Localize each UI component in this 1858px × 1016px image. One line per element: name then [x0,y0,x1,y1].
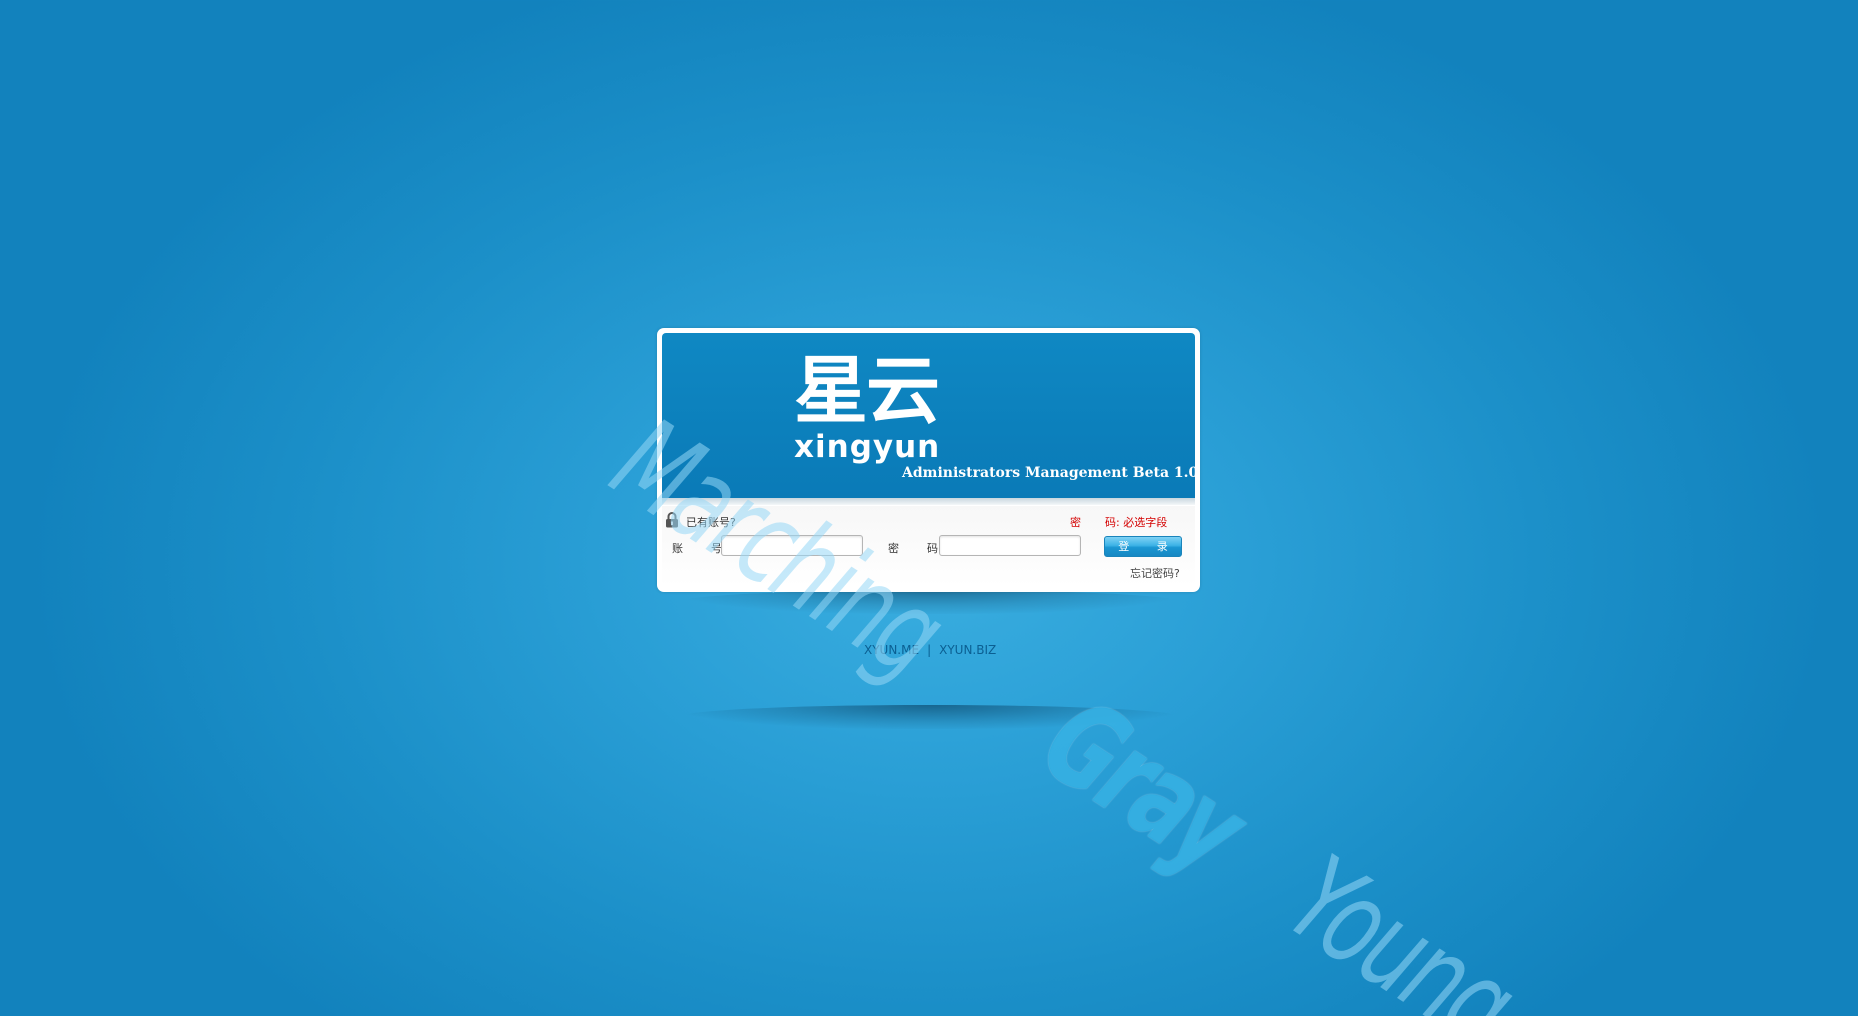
password-label: 密码: [888,540,942,556]
required-field-message: 密 码: 必选字段 [1070,514,1167,530]
required-msg-part-b: 码: 必选字段 [1105,516,1168,529]
login-page: { "watermark": { "part1": "Marching ", "… [0,0,1858,1016]
logo-english-text: xingyun [794,429,941,465]
app-subtitle: Administrators Management Beta 1.0.0 [902,465,1195,481]
required-msg-part-a: 密 [1070,516,1081,529]
banner-divider [662,498,1195,505]
have-account-label: 已有账号? [686,516,736,529]
account-input[interactable] [721,535,863,556]
footer-link-xyun-me[interactable]: XYUN.ME [864,643,919,657]
login-button[interactable]: 登 录 [1104,536,1182,557]
watermark-part-young: Young [1265,829,1538,1016]
footer-separator: | [927,643,932,657]
account-label-part-a: 账 [672,542,683,555]
login-form: 已有账号? 密 码: 必选字段 账号: 密码: 登 录 忘记密码? [662,506,1195,586]
lock-icon [665,512,679,528]
forgot-password-link[interactable]: 忘记密码? [1130,565,1180,581]
panel-shadow [680,590,1180,614]
login-banner: 星云 xingyun Administrators Management Bet… [662,333,1195,499]
footer-shadow [680,705,1180,729]
xingyun-logo: 星云 xingyun [794,351,964,471]
footer-links: XYUN.ME | XYUN.BIZ [864,643,996,657]
password-input[interactable] [939,535,1081,556]
account-label: 账号: [672,540,726,556]
footer-link-xyun-biz[interactable]: XYUN.BIZ [939,643,996,657]
login-panel: 星云 xingyun Administrators Management Bet… [657,328,1200,592]
password-label-part-a: 密 [888,542,899,555]
logo-chinese-text: 星云 [794,348,940,434]
